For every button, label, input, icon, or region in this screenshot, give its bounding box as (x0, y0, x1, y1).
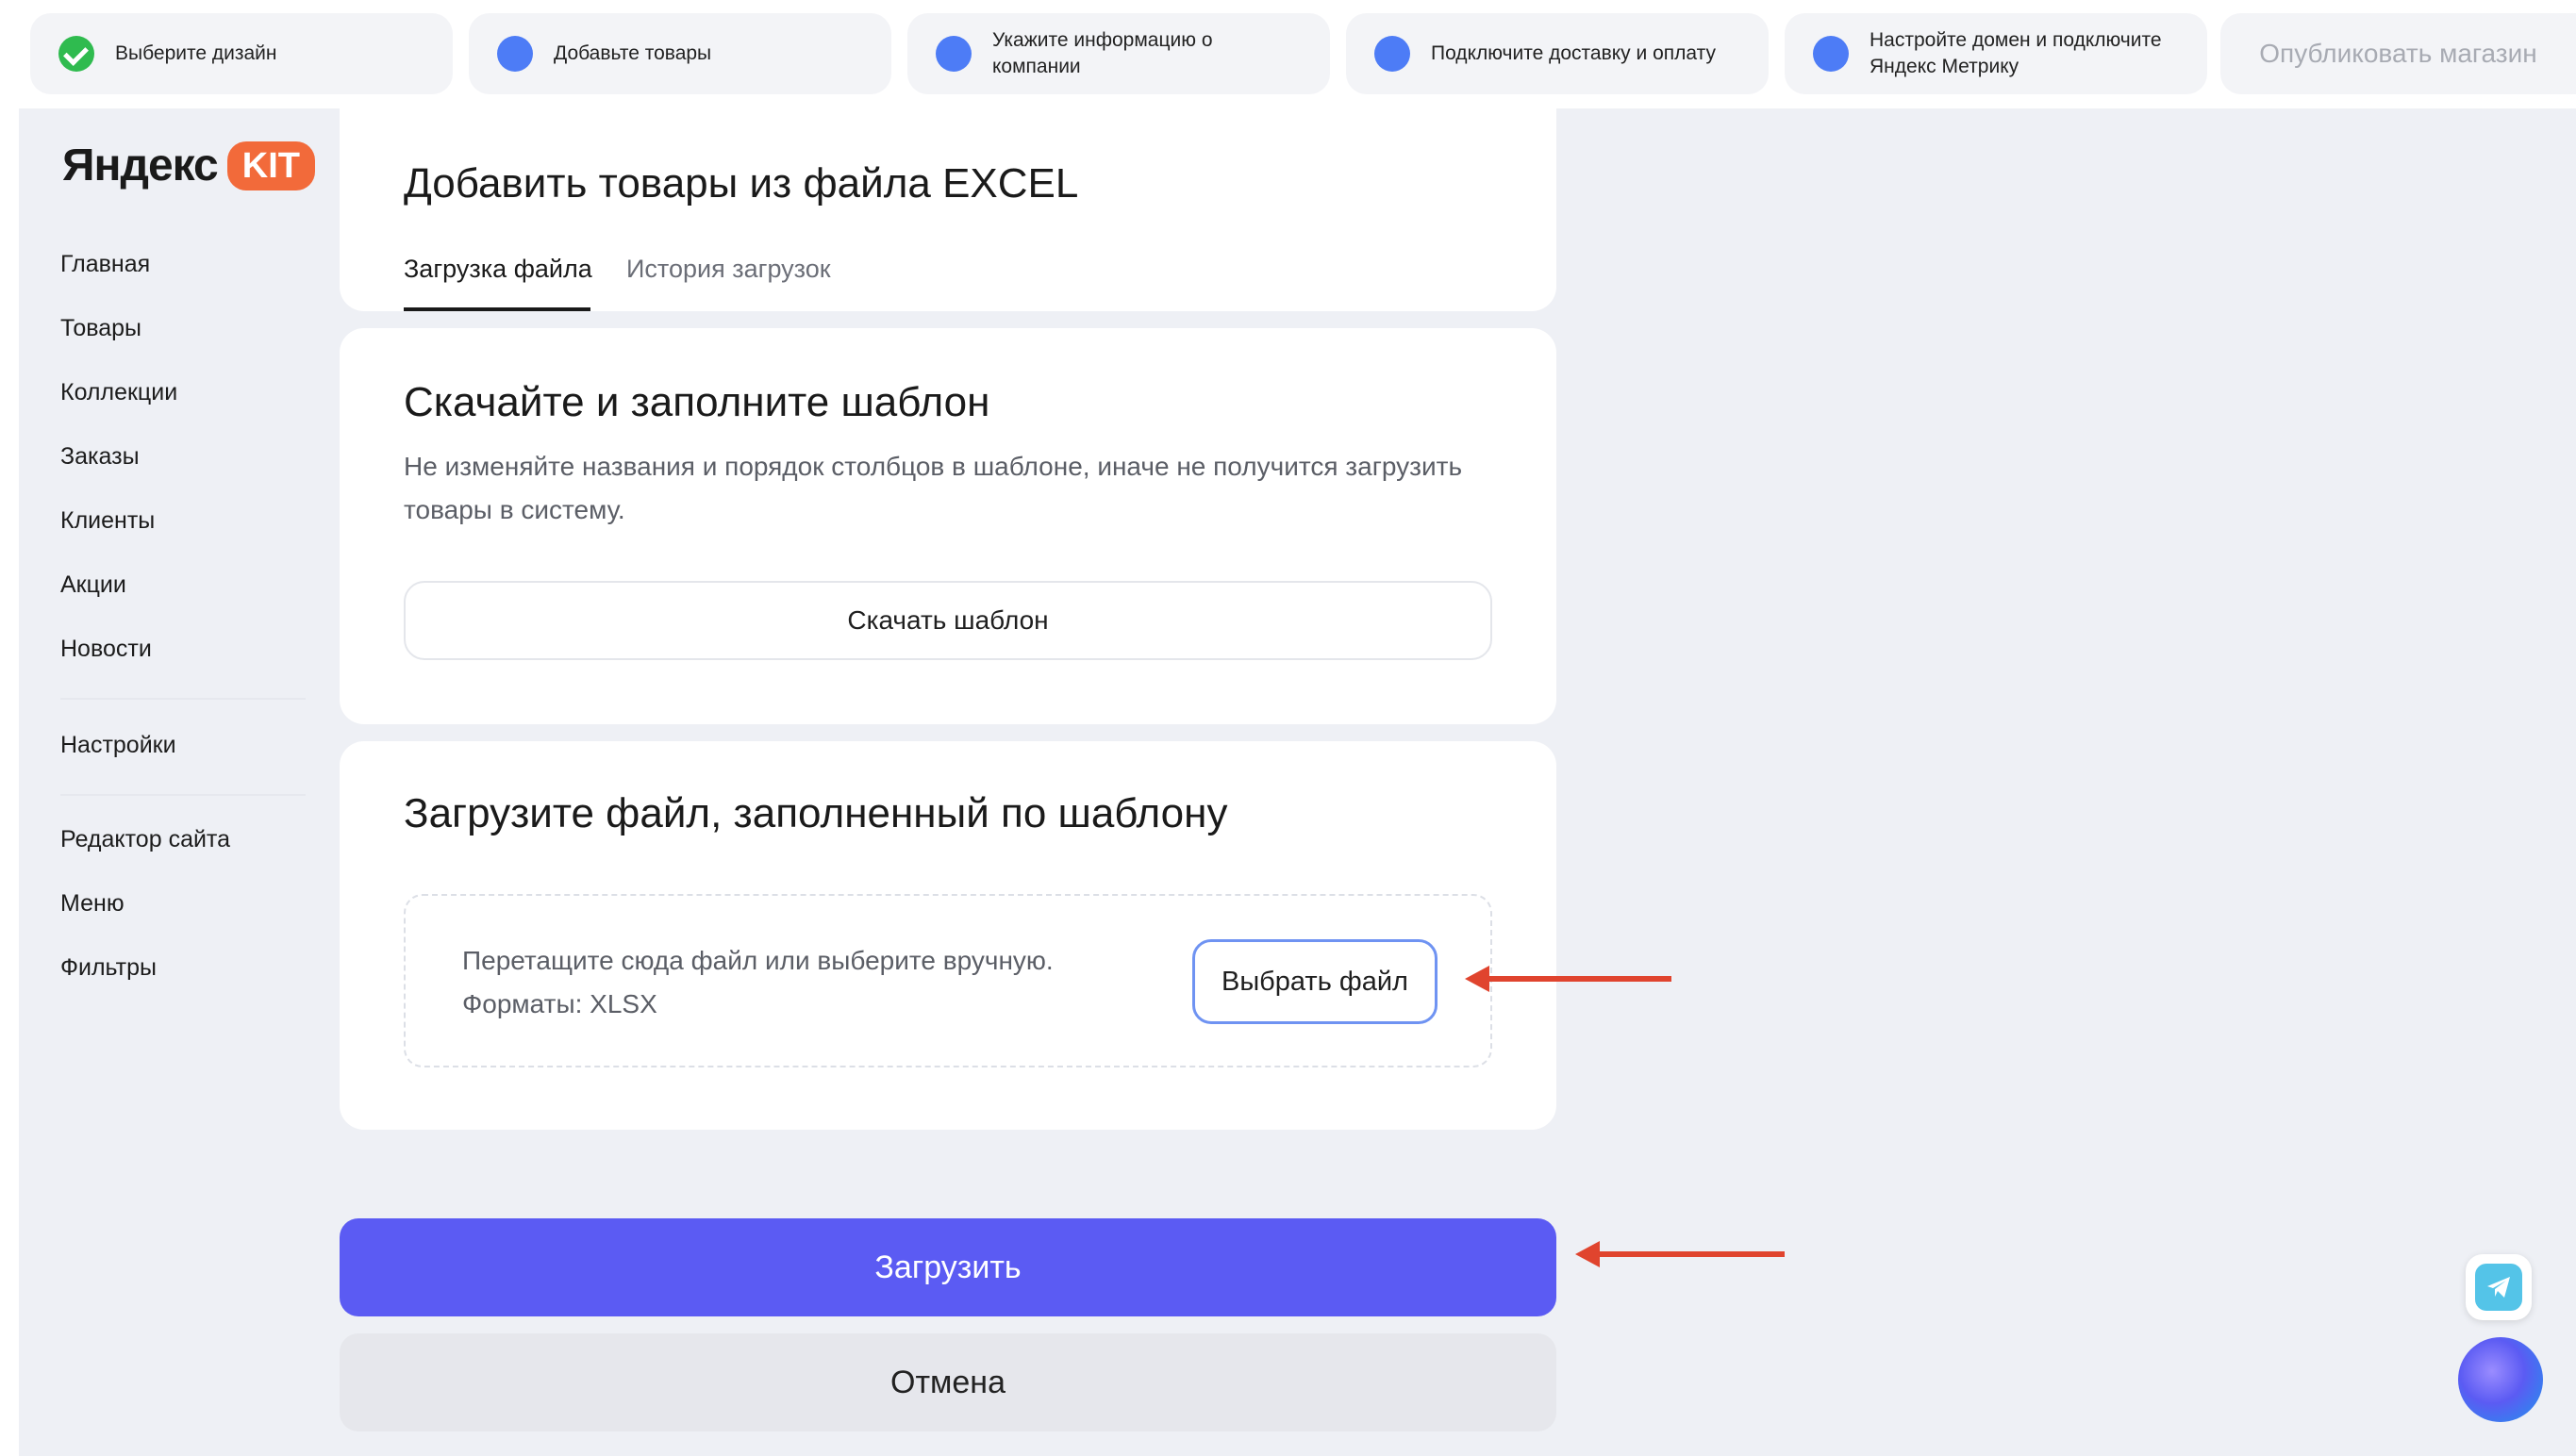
sidebar-item-home[interactable]: Главная (60, 251, 150, 278)
left-edge (0, 108, 19, 1456)
setup-progress-bar: Выберите дизайн Добавьте товары Укажите … (0, 0, 2576, 108)
step-label: Подключите доставку и оплату (1431, 42, 1716, 64)
dropzone-hint: Перетащите сюда файл или выберите вручну… (462, 946, 1054, 975)
sidebar-item-products[interactable]: Товары (60, 315, 141, 342)
template-heading: Скачайте и заполните шаблон (404, 379, 990, 425)
step-label: Выберите дизайн (115, 42, 277, 64)
step-dot-icon (936, 36, 972, 72)
step-add-products[interactable]: Добавьте товары (469, 13, 891, 94)
upload-submit-button[interactable]: Загрузить (340, 1218, 1556, 1316)
step-label: Добавьте товары (554, 42, 712, 64)
template-description: Не изменяйте названия и порядок столбцов… (404, 452, 1463, 524)
annotation-arrow (1575, 1241, 1785, 1267)
sidebar-item-clients[interactable]: Клиенты (60, 507, 155, 535)
dropzone-formats: Форматы: XLSX (462, 989, 657, 1018)
step-choose-design[interactable]: Выберите дизайн (30, 13, 453, 94)
step-label: Настройте домен и подключите Яндекс Метр… (1870, 29, 2162, 77)
step-label: Укажите информацию о компании (992, 29, 1213, 77)
tab-upload-file[interactable]: Загрузка файла (404, 255, 592, 284)
check-icon (58, 36, 94, 72)
yandex-kit-logo[interactable]: Яндекс KIT (62, 140, 315, 191)
logo-word: Яндекс (62, 141, 219, 190)
sidebar-item-site-editor[interactable]: Редактор сайта (60, 826, 230, 853)
step-domain-metrika[interactable]: Настройте домен и подключите Яндекс Метр… (1785, 13, 2207, 94)
sidebar-divider (60, 794, 306, 796)
page-title: Добавить товары из файла EXCEL (404, 160, 1079, 207)
step-dot-icon (497, 36, 533, 72)
sidebar-item-news[interactable]: Новости (60, 636, 152, 663)
step-delivery-payment[interactable]: Подключите доставку и оплату (1346, 13, 1769, 94)
step-dot-icon (1813, 36, 1849, 72)
cancel-button[interactable]: Отмена (340, 1333, 1556, 1431)
sidebar-item-orders[interactable]: Заказы (60, 443, 140, 471)
publish-store-button[interactable]: Опубликовать магазин (2220, 13, 2576, 94)
step-dot-icon (1374, 36, 1410, 72)
dropzone-text: Перетащите сюда файл или выберите вручну… (462, 939, 1179, 1026)
download-template-button[interactable]: Скачать шаблон (404, 581, 1492, 660)
sidebar-item-settings[interactable]: Настройки (60, 732, 176, 759)
choose-file-button[interactable]: Выбрать файл (1192, 939, 1438, 1024)
sidebar-item-filters[interactable]: Фильтры (60, 954, 157, 982)
sidebar-item-promotions[interactable]: Акции (60, 571, 126, 599)
step-company-info[interactable]: Укажите информацию о компании (907, 13, 1330, 94)
logo-badge: KIT (226, 141, 315, 190)
telegram-icon[interactable] (2466, 1254, 2532, 1320)
assistant-orb-icon[interactable] (2458, 1337, 2543, 1422)
sidebar-item-collections[interactable]: Коллекции (60, 379, 177, 406)
tab-upload-history[interactable]: История загрузок (626, 255, 831, 284)
upload-heading: Загрузите файл, заполненный по шаблону (404, 790, 1228, 836)
annotation-arrow (1465, 966, 1671, 992)
sidebar-divider (60, 698, 306, 700)
sidebar-item-menu[interactable]: Меню (60, 890, 125, 918)
active-tab-indicator (404, 307, 590, 311)
